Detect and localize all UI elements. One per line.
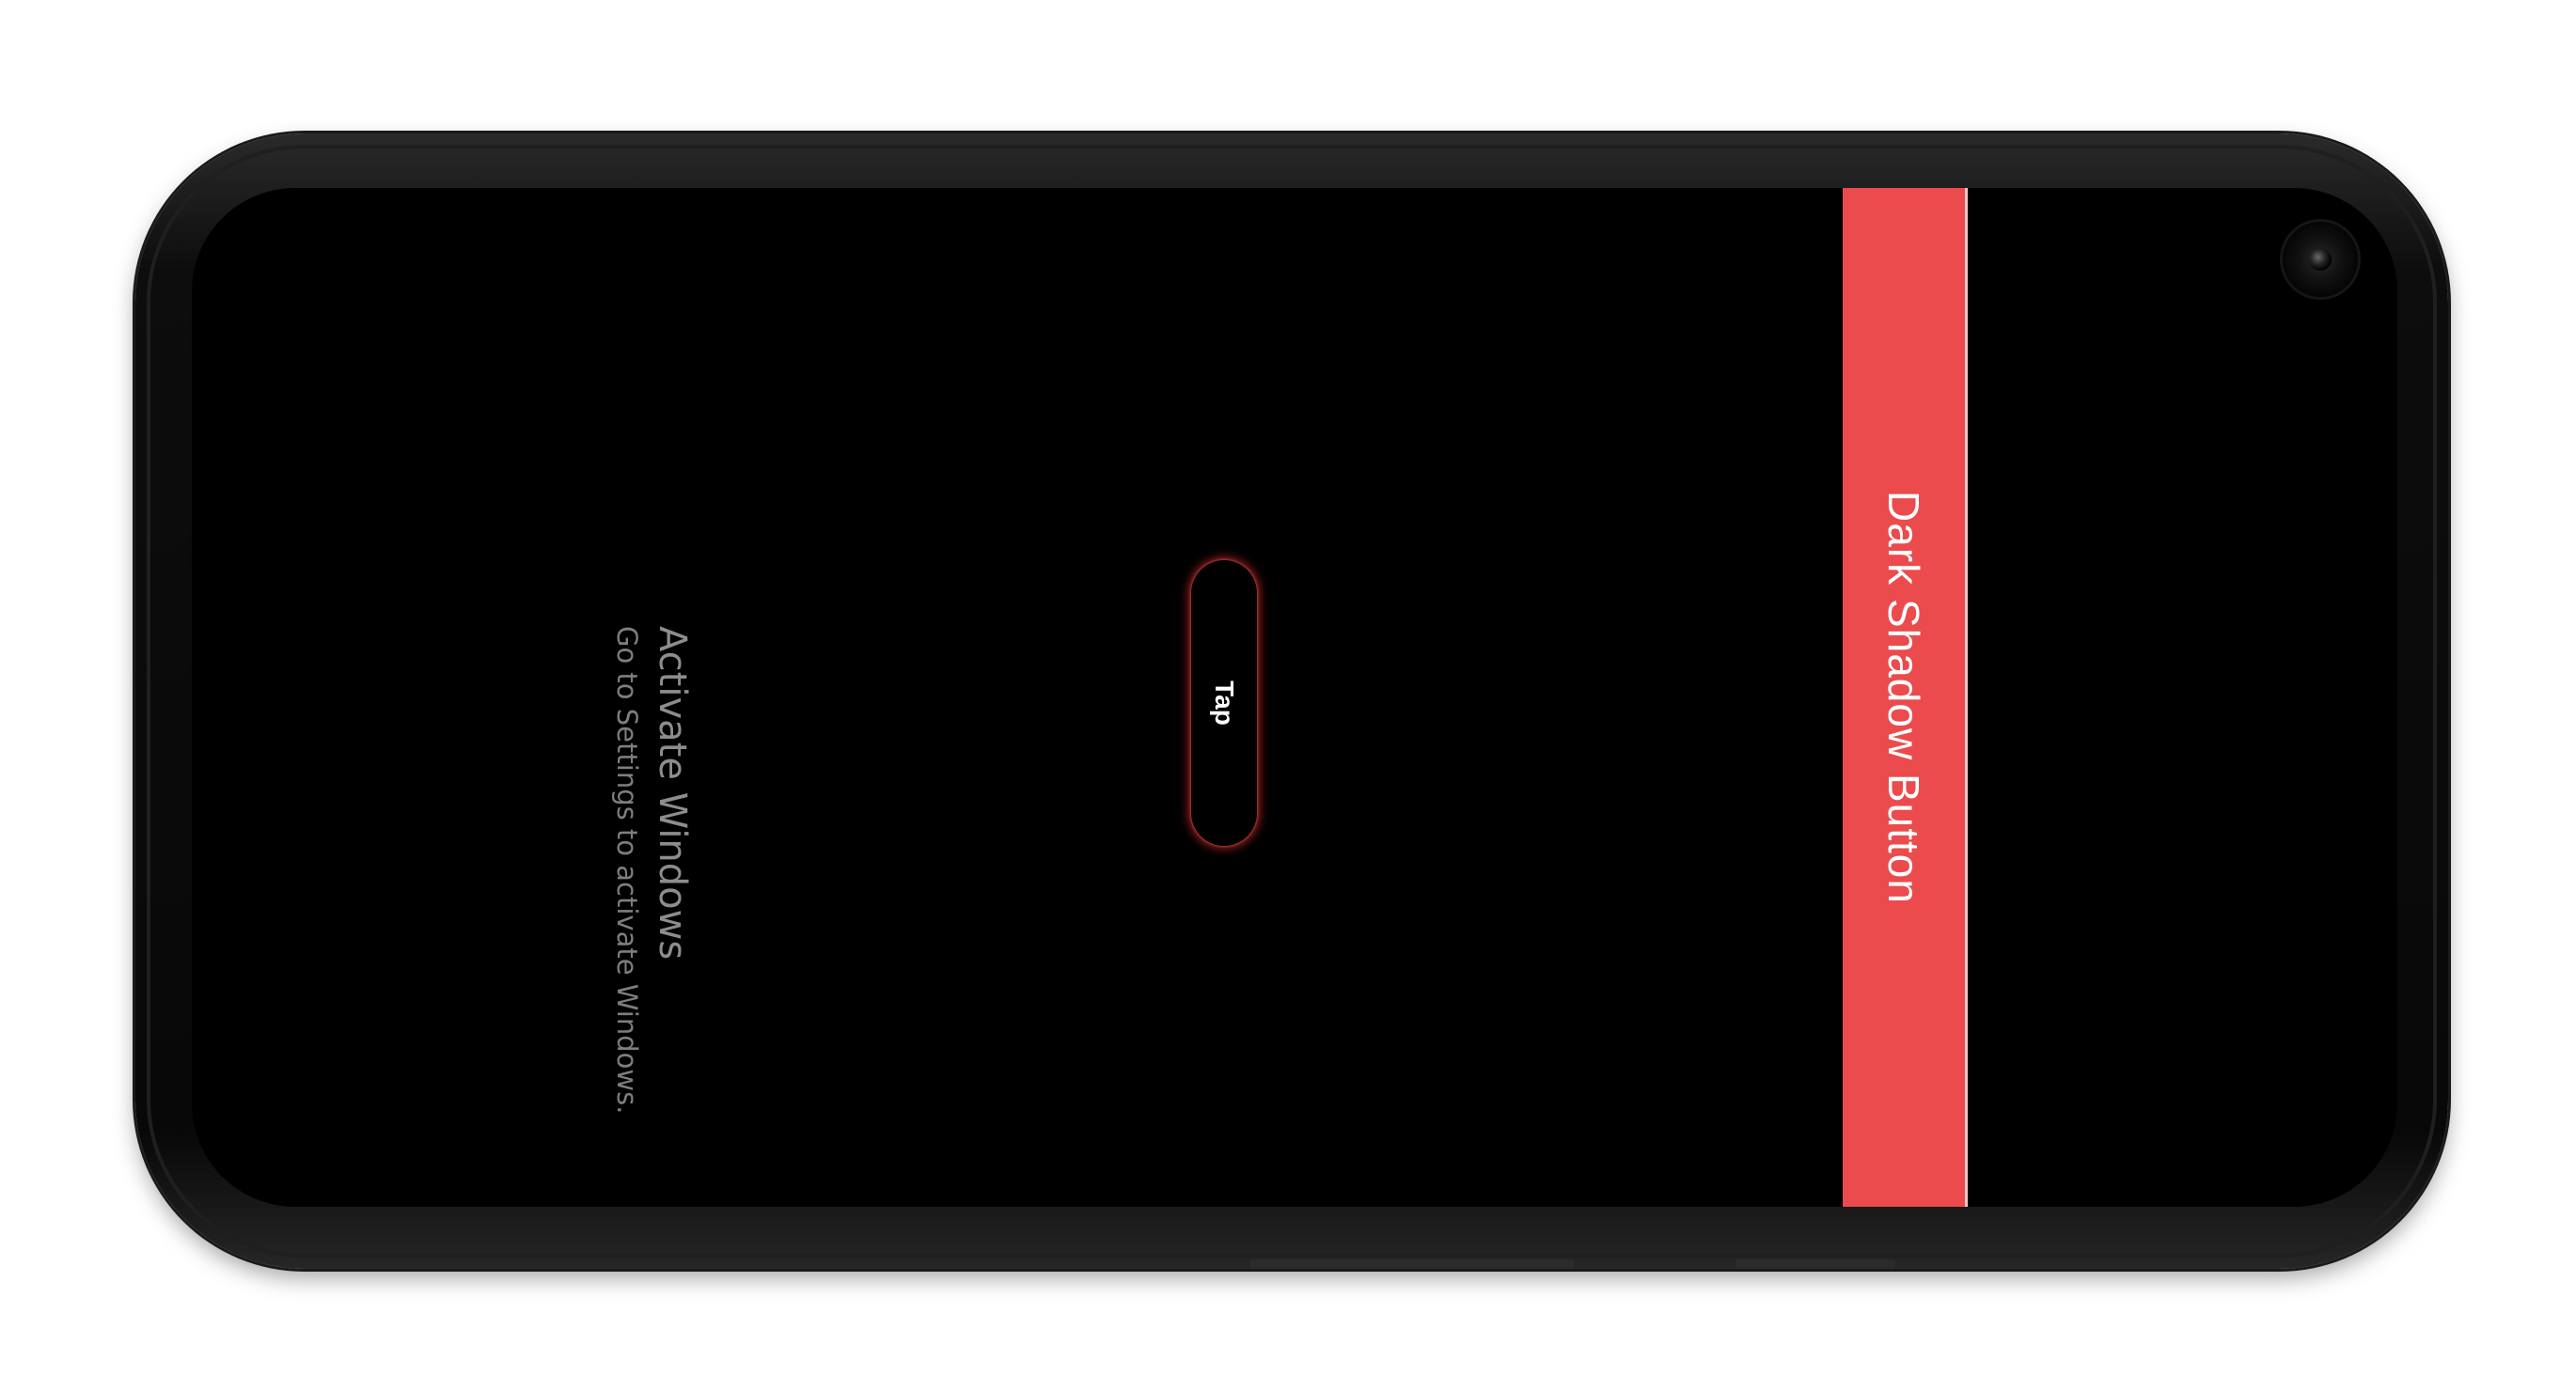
dark-shadow-button[interactable]: Dark Shadow Button [1843, 188, 1968, 1207]
activate-windows-watermark: Activate Windows Go to Settings to activ… [591, 626, 697, 1115]
tap-button-label: Tap [1209, 680, 1239, 726]
watermark-subtitle: Go to Settings to activate Windows. [611, 626, 643, 1115]
stage: Dark Shadow Button Tap Activate Windows … [0, 0, 2576, 1391]
front-camera-icon [2283, 222, 2358, 297]
phone-screen: Dark Shadow Button Tap Activate Windows … [192, 188, 2397, 1207]
power-button [1736, 1259, 1895, 1269]
watermark-title: Activate Windows [651, 626, 694, 961]
tap-button[interactable]: Tap [1191, 560, 1257, 846]
volume-button [1250, 1259, 1574, 1269]
camera-lens [2309, 248, 2332, 271]
dark-shadow-button-label: Dark Shadow Button [1879, 491, 1928, 904]
